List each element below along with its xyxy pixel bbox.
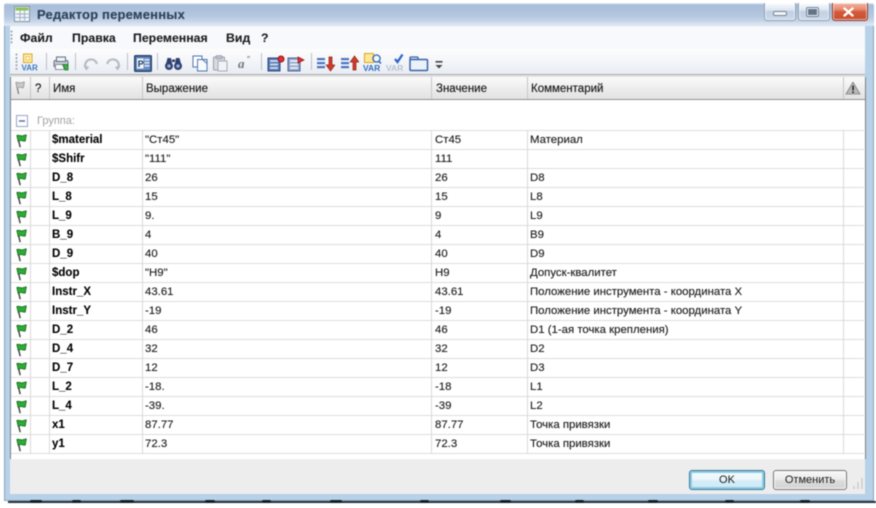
svg-text:′′: ′′ <box>247 55 251 64</box>
svg-text:VAR: VAR <box>386 63 403 72</box>
svg-text:VAR: VAR <box>363 63 380 72</box>
svg-text:VAR: VAR <box>22 64 39 73</box>
svg-text:a: a <box>238 56 245 71</box>
svg-text:P: P <box>138 59 144 69</box>
